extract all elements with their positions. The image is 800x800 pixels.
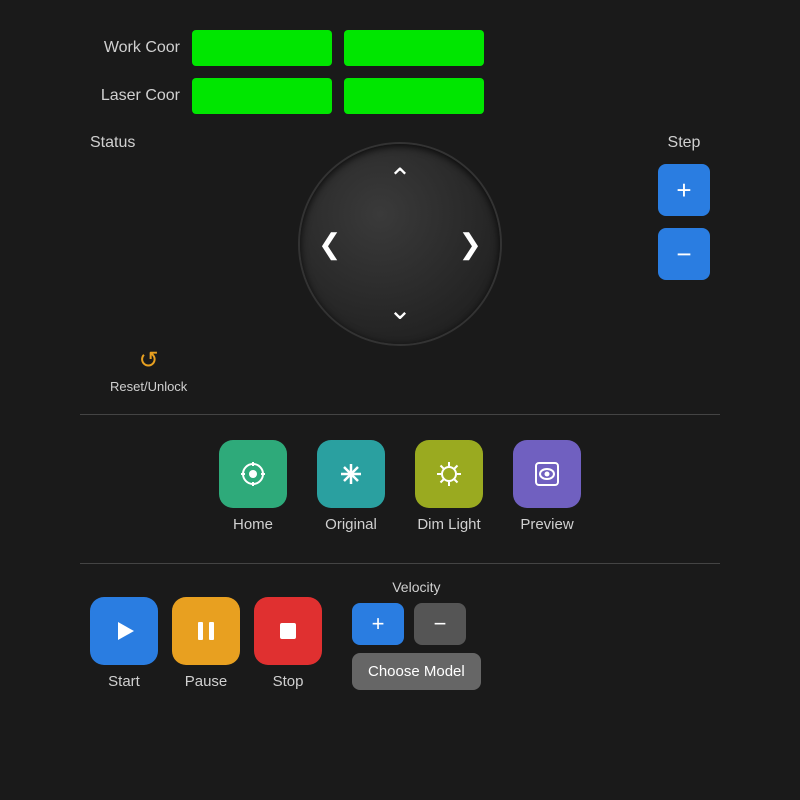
pause-label: Pause: [185, 673, 228, 690]
start-item: Start: [90, 597, 158, 690]
jog-section: Status ↺ Reset/Unlock ⌃ ⌄ ❮ ❯ Step + −: [80, 134, 720, 394]
reset-label: Reset/Unlock: [110, 379, 187, 394]
velocity-plus-button[interactable]: +: [352, 603, 404, 645]
home-button[interactable]: [219, 440, 287, 508]
velocity-label: Velocity: [352, 579, 481, 595]
pause-button[interactable]: [172, 597, 240, 665]
preview-item: Preview: [513, 440, 581, 533]
jog-right-button[interactable]: ❯: [459, 228, 482, 261]
preview-label: Preview: [520, 516, 573, 533]
start-button[interactable]: [90, 597, 158, 665]
step-minus-button[interactable]: −: [658, 228, 710, 280]
dim-light-label: Dim Light: [417, 516, 480, 533]
pause-item: Pause: [172, 597, 240, 690]
control-row: Start Pause Stop Velocity + − Cho: [80, 579, 720, 690]
preview-button[interactable]: [513, 440, 581, 508]
velocity-buttons: + −: [352, 603, 466, 645]
coordinates-section: Work Coor Laser Coor: [80, 30, 720, 114]
jog-left-button[interactable]: ❮: [318, 228, 341, 261]
home-label: Home: [233, 516, 273, 533]
original-label: Original: [325, 516, 377, 533]
step-plus-button[interactable]: +: [658, 164, 710, 216]
laser-coor-box1: [192, 78, 332, 114]
status-label: Status: [90, 134, 135, 152]
reset-unlock-button[interactable]: ↺ Reset/Unlock: [110, 346, 187, 394]
work-coor-label: Work Coor: [80, 39, 180, 57]
work-coor-box2: [344, 30, 484, 66]
jog-up-button[interactable]: ⌃: [388, 162, 411, 195]
original-button[interactable]: [317, 440, 385, 508]
playback-group: Start Pause Stop: [90, 597, 322, 690]
work-coor-box1: [192, 30, 332, 66]
step-section: Step + −: [658, 134, 710, 280]
step-label: Step: [668, 134, 701, 152]
laser-coor-label: Laser Coor: [80, 87, 180, 105]
laser-coor-row: Laser Coor: [80, 78, 720, 114]
laser-coor-box2: [344, 78, 484, 114]
reset-icon: ↺: [139, 346, 159, 375]
jog-circle: ⌃ ⌄ ❮ ❯: [300, 144, 500, 344]
stop-button[interactable]: [254, 597, 322, 665]
divider-1: [80, 414, 720, 415]
action-buttons-row: Home Original Dim Light Preview: [80, 430, 720, 543]
original-item: Original: [317, 440, 385, 533]
jog-area: ⌃ ⌄ ❮ ❯: [80, 144, 720, 344]
start-label: Start: [108, 673, 140, 690]
stop-item: Stop: [254, 597, 322, 690]
work-coor-row: Work Coor: [80, 30, 720, 66]
velocity-minus-button[interactable]: −: [414, 603, 466, 645]
velocity-choose-group: Velocity + − Choose Model: [352, 579, 481, 690]
stop-label: Stop: [273, 673, 304, 690]
dim-light-item: Dim Light: [415, 440, 483, 533]
divider-2: [80, 563, 720, 564]
dim-light-button[interactable]: [415, 440, 483, 508]
choose-model-button[interactable]: Choose Model: [352, 653, 481, 690]
jog-down-button[interactable]: ⌄: [388, 293, 411, 326]
home-item: Home: [219, 440, 287, 533]
